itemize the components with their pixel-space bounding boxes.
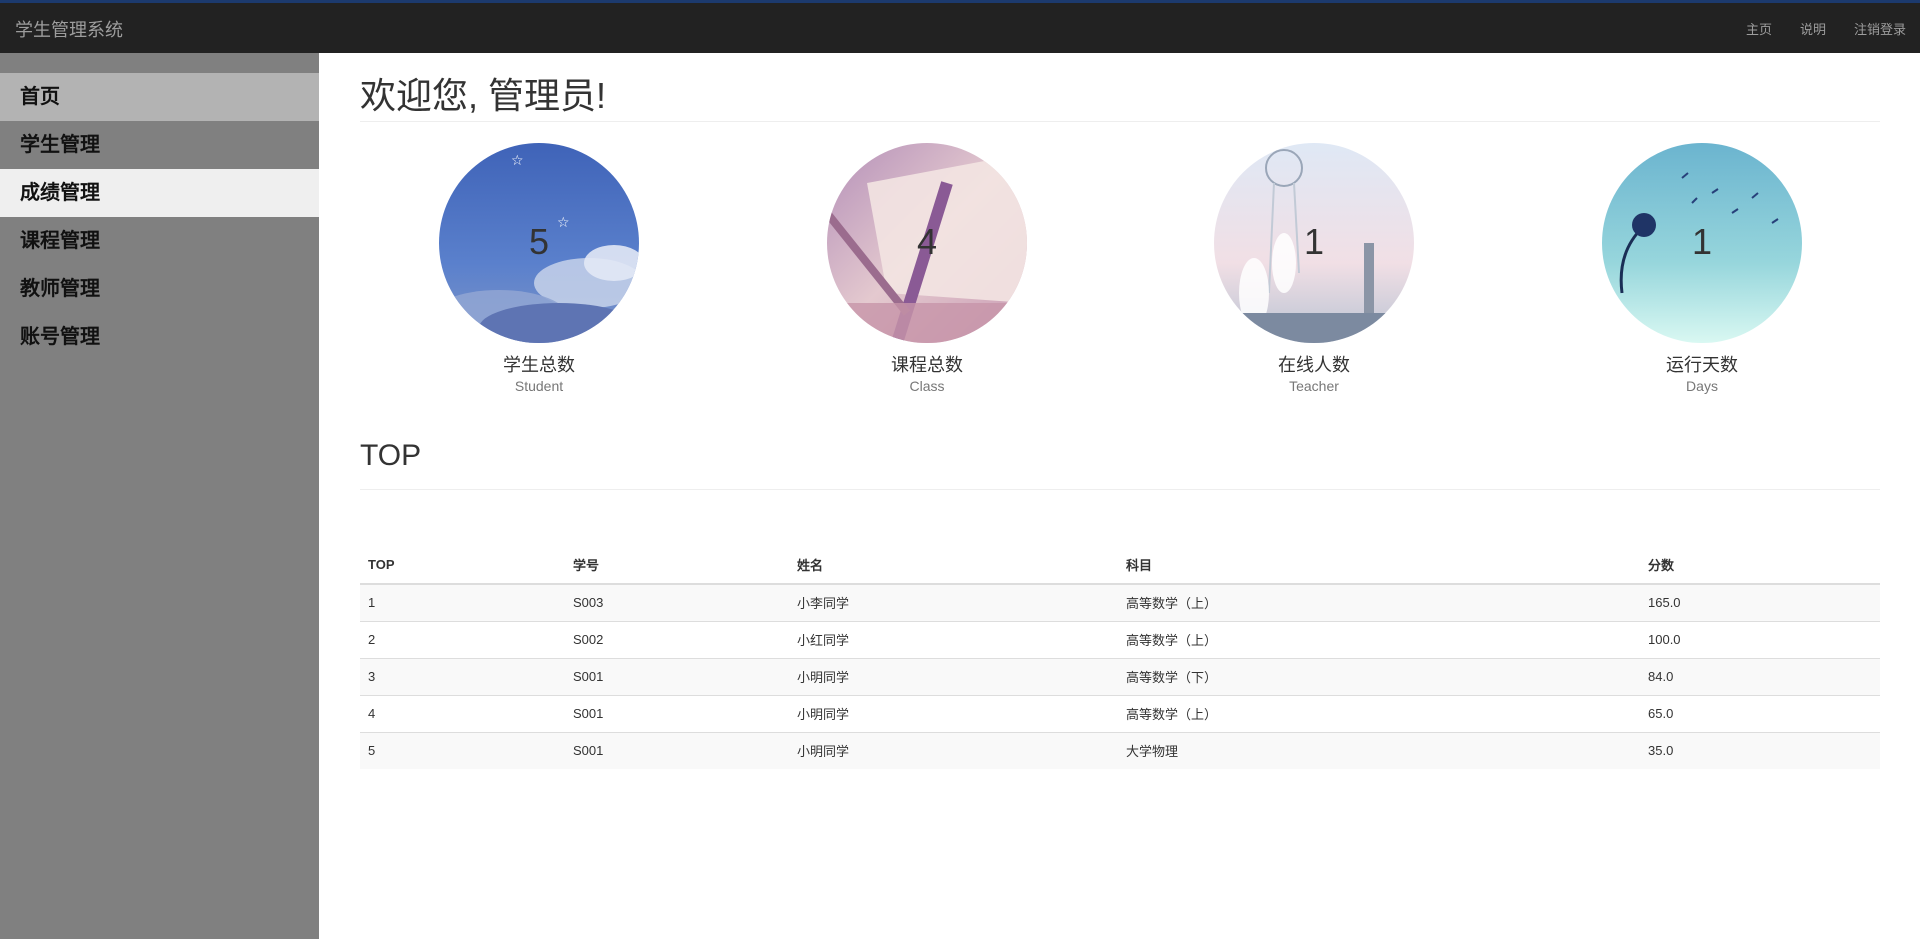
table-header-row: TOP 学号 姓名 科目 分数	[360, 545, 1880, 585]
nav-link-home[interactable]: 主页	[1746, 19, 1772, 38]
stat-image-sky: ☆ ☆ 5	[439, 143, 639, 343]
table-row: 4 S001 小明同学 高等数学（上） 65.0	[360, 694, 1880, 732]
sidebar-item-accounts[interactable]: 账号管理	[0, 313, 319, 361]
table-row: 3 S001 小明同学 高等数学（下） 84.0	[360, 657, 1880, 695]
stat-days-label: 运行天数	[1666, 355, 1738, 375]
column-header-subject: 科目	[1118, 545, 1640, 585]
cell-subject: 高等数学（上）	[1118, 583, 1640, 621]
stat-online-count: 1 在线人数 Teacher	[1214, 143, 1414, 394]
sidebar: 首页 学生管理 成绩管理 课程管理 教师管理 账号管理	[0, 53, 319, 939]
sidebar-item-home[interactable]: 首页	[0, 73, 319, 121]
cell-subject: 大学物理	[1118, 731, 1640, 769]
column-header-score: 分数	[1640, 545, 1880, 585]
stat-class-sublabel: Class	[909, 378, 945, 394]
stat-days-sublabel: Days	[1686, 378, 1718, 394]
stat-student-sublabel: Student	[514, 378, 564, 394]
app-brand[interactable]: 学生管理系统	[15, 16, 123, 42]
main-content: 欢迎您, 管理员! ☆ ☆ 5 学生总数 Student 4 课程总数 Clas…	[360, 53, 1880, 769]
table-row: 1 S003 小李同学 高等数学（上） 165.0	[360, 583, 1880, 621]
cell-student-id: S001	[565, 694, 789, 732]
column-header-rank: TOP	[360, 545, 565, 585]
stat-class-count: 4 课程总数 Class	[827, 143, 1027, 394]
cell-score: 65.0	[1640, 694, 1880, 732]
sidebar-item-grades[interactable]: 成绩管理	[0, 169, 319, 217]
cell-rank: 1	[360, 583, 565, 621]
top-section-title: TOP	[360, 439, 422, 472]
cell-rank: 4	[360, 694, 565, 732]
cell-score: 84.0	[1640, 657, 1880, 695]
cell-score: 165.0	[1640, 583, 1880, 621]
page-header: 欢迎您, 管理员!	[360, 53, 1880, 122]
stat-image-dreamcatcher: 1	[1214, 143, 1414, 343]
cell-name: 小明同学	[789, 731, 1118, 769]
top-navbar: 学生管理系统 主页 说明 注销登录	[0, 0, 1920, 53]
nav-link-logout[interactable]: 注销登录	[1854, 19, 1906, 38]
cell-rank: 3	[360, 657, 565, 695]
stat-class-value: 4	[916, 221, 938, 262]
top-section-header: TOP	[360, 439, 1880, 490]
sidebar-item-students[interactable]: 学生管理	[0, 121, 319, 169]
stats-row: ☆ ☆ 5 学生总数 Student 4 课程总数 Class 1 在线人数 T…	[360, 122, 1880, 402]
cell-name: 小明同学	[789, 694, 1118, 732]
column-header-name: 姓名	[789, 545, 1118, 585]
svg-text:☆: ☆	[511, 153, 524, 169]
stat-days-count: 1 运行天数 Days	[1602, 143, 1802, 394]
stat-image-pen: 4	[827, 143, 1027, 343]
stat-online-value: 1	[1303, 221, 1325, 262]
cell-subject: 高等数学（下）	[1118, 657, 1640, 695]
sidebar-item-courses[interactable]: 课程管理	[0, 217, 319, 265]
stat-student-label: 学生总数	[503, 355, 575, 375]
cell-student-id: S001	[565, 657, 789, 695]
column-header-student-id: 学号	[565, 545, 789, 585]
top-scores-table: TOP 学号 姓名 科目 分数 1 S003 小李同学 高等数学（上） 165.…	[360, 545, 1880, 769]
nav-link-help[interactable]: 说明	[1800, 19, 1826, 38]
cell-student-id: S003	[565, 583, 789, 621]
cell-rank: 5	[360, 731, 565, 769]
cell-score: 100.0	[1640, 620, 1880, 658]
cell-score: 35.0	[1640, 731, 1880, 769]
nav-links: 主页 说明 注销登录	[1718, 19, 1906, 38]
sidebar-item-teachers[interactable]: 教师管理	[0, 265, 319, 313]
table-row: 5 S001 小明同学 大学物理 35.0	[360, 731, 1880, 769]
cell-name: 小李同学	[789, 583, 1118, 621]
cell-name: 小明同学	[789, 657, 1118, 695]
page-title: 欢迎您, 管理员!	[360, 75, 607, 116]
cell-student-id: S001	[565, 731, 789, 769]
cell-student-id: S002	[565, 620, 789, 658]
cell-subject: 高等数学（上）	[1118, 620, 1640, 658]
cell-rank: 2	[360, 620, 565, 658]
table-row: 2 S002 小红同学 高等数学（上） 100.0	[360, 620, 1880, 658]
stat-student-value: 5	[528, 221, 550, 262]
stat-image-dandelion: 1	[1602, 143, 1802, 343]
stat-online-sublabel: Teacher	[1289, 378, 1339, 394]
stat-class-label: 课程总数	[891, 355, 963, 375]
stat-online-label: 在线人数	[1278, 355, 1350, 375]
cell-subject: 高等数学（上）	[1118, 694, 1640, 732]
stat-student-count: ☆ ☆ 5 学生总数 Student	[439, 143, 639, 394]
stat-days-value: 1	[1691, 221, 1713, 262]
cell-name: 小红同学	[789, 620, 1118, 658]
sidebar-menu: 首页 学生管理 成绩管理 课程管理 教师管理 账号管理	[0, 73, 319, 361]
